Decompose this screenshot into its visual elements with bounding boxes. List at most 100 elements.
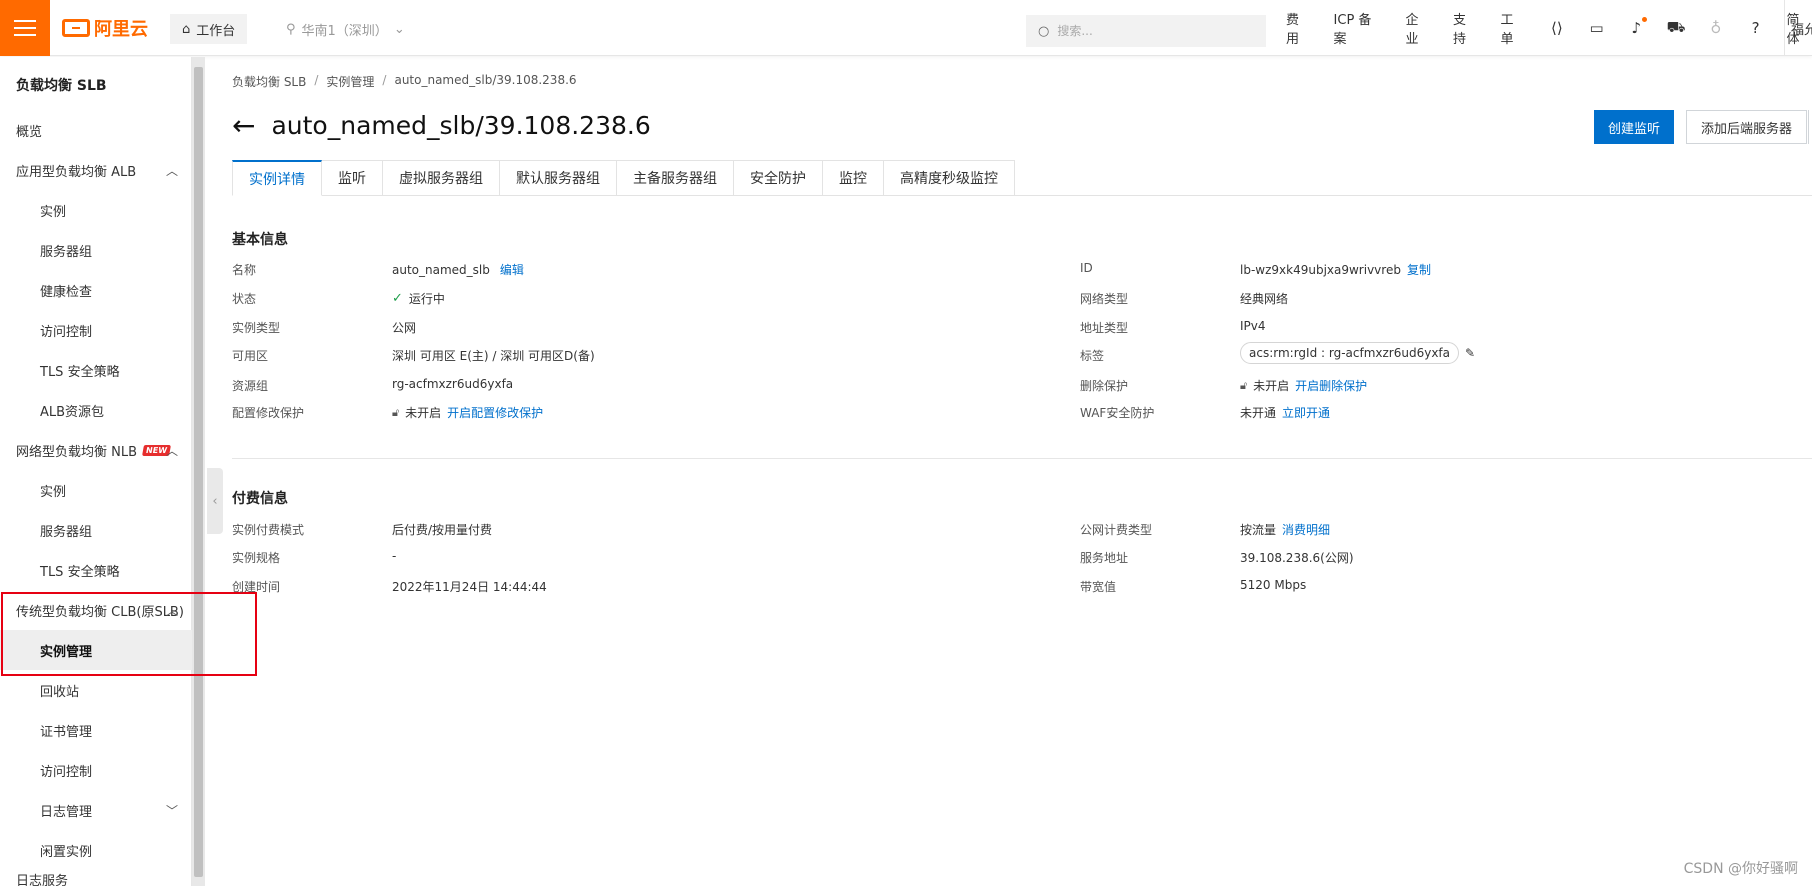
sidebar-item-nlb-tls[interactable]: TLS 安全策略: [0, 550, 192, 590]
scrollbar-thumb[interactable]: [194, 67, 203, 877]
billing-details-link[interactable]: 消费明细: [1282, 521, 1330, 538]
top-link-enterprise[interactable]: 企业: [1405, 9, 1431, 47]
sidebar-item-alb-instance[interactable]: 实例: [0, 190, 192, 230]
create-listener-button[interactable]: 创建监听: [1594, 110, 1675, 144]
lightbulb-icon[interactable]: ♁: [1707, 19, 1725, 37]
chevron-left-icon: ‹: [212, 493, 218, 509]
edit-name-link[interactable]: 编辑: [500, 261, 524, 278]
tab-monitoring[interactable]: 监控: [823, 160, 884, 196]
field-label: 网络类型: [1080, 292, 1129, 306]
section-divider: [232, 458, 1812, 459]
top-link-billing[interactable]: 费用: [1286, 9, 1312, 47]
enable-del-protect-link[interactable]: 开启删除保护: [1295, 377, 1367, 394]
add-backend-button[interactable]: 添加后端服务器: [1686, 110, 1808, 144]
enable-waf-link[interactable]: 立即开通: [1282, 404, 1330, 421]
tab-instance-details[interactable]: 实例详情: [232, 160, 322, 196]
sidebar-item-clb-logs[interactable]: 日志管理 ﹀: [0, 790, 192, 830]
location-icon: ⚲: [286, 21, 296, 37]
search-input[interactable]: [1057, 24, 1248, 38]
field-label: 可用区: [232, 349, 269, 363]
aliyun-logo-icon: [62, 19, 90, 37]
sidebar-title: 负载均衡 SLB: [16, 78, 107, 94]
region-selector[interactable]: ⚲ 华南1（深圳） ⌄: [286, 14, 405, 44]
more-button[interactable]: [1808, 110, 1812, 144]
field-label: 服务地址: [1080, 551, 1129, 565]
tag-chip[interactable]: acs:rm:rgId : rg-acfmxzr6ud6yxfa: [1240, 342, 1460, 364]
field-tag-value: acs:rm:rgId : rg-acfmxzr6ud6yxfa ✎: [1240, 342, 1475, 364]
sidebar-item-alb-acl[interactable]: 访问控制: [0, 310, 192, 350]
user-menu[interactable]: 福允: [1784, 0, 1812, 56]
tab-master-slave[interactable]: 主备服务器组: [617, 160, 734, 196]
sidebar: 负载均衡 SLB 概览 应用型负载均衡 ALB ︿ 实例 服务器组 健康检查 访…: [0, 57, 192, 886]
chevron-up-icon: ︿: [165, 444, 178, 458]
top-link-icp[interactable]: ICP 备案: [1334, 9, 1384, 47]
field-rg-value: rg-acfmxzr6ud6yxfa: [392, 377, 514, 391]
field-label: 实例规格: [232, 551, 281, 565]
cart-icon[interactable]: ⛟: [1667, 18, 1686, 37]
field-label: 状态: [232, 292, 257, 306]
aliyun-logo[interactable]: 阿里云: [62, 16, 148, 40]
field-zone-value: 深圳 可用区 E(主) / 深圳 可用区D(备): [392, 349, 595, 363]
sidebar-group-nlb[interactable]: 网络型负载均衡 NLB NEW ︿: [0, 430, 192, 470]
sidebar-item-cutoff[interactable]: 日志服务: [0, 870, 192, 886]
section-billing-info: 付费信息: [232, 491, 288, 507]
lock-icon: 🔓︎: [392, 405, 400, 419]
main-content: 负载均衡 SLB / 实例管理 / auto_named_slb/39.108.…: [232, 57, 1812, 886]
sidebar-scrollbar[interactable]: [192, 57, 205, 886]
back-arrow-icon[interactable]: ←: [232, 109, 255, 142]
sidebar-group-alb[interactable]: 应用型负载均衡 ALB ︿: [0, 150, 192, 190]
copy-id-link[interactable]: 复制: [1407, 261, 1431, 278]
check-icon: ✓: [392, 291, 403, 306]
sidebar-item-alb-package[interactable]: ALB资源包: [0, 390, 192, 430]
field-inet-value: 按流量 消费明细: [1240, 521, 1331, 538]
terminal-icon[interactable]: ▭: [1588, 19, 1606, 37]
search-box[interactable]: ○: [1026, 15, 1266, 47]
top-bar: 阿里云 ⌂ 工作台 ⚲ 华南1（深圳） ⌄ ○ 费用 ICP 备案 企业 支持 …: [0, 0, 1812, 56]
field-label: 删除保护: [1080, 379, 1129, 393]
workbench-button[interactable]: ⌂ 工作台: [170, 14, 248, 44]
chevron-down-icon: ⌄: [393, 21, 405, 37]
field-label: 标签: [1080, 349, 1105, 363]
sidebar-item-alb-tls[interactable]: TLS 安全策略: [0, 350, 192, 390]
field-del-protect-value: 🔓︎ 未开启 开启删除保护: [1240, 377, 1368, 394]
tab-vserver-groups[interactable]: 虚拟服务器组: [383, 160, 500, 196]
enable-cfg-protect-link[interactable]: 开启配置修改保护: [447, 404, 543, 421]
chevron-down-icon: ﹀: [165, 804, 178, 818]
tab-bar: 实例详情 监听 虚拟服务器组 默认服务器组 主备服务器组 安全防护 监控 高精度…: [232, 160, 1812, 196]
field-addr-value: IPv4: [1240, 319, 1266, 333]
field-cfg-protect-value: 🔓︎ 未开启 开启配置修改保护: [392, 404, 544, 421]
sidebar-item-clb-recycle[interactable]: 回收站: [0, 670, 192, 710]
sidebar-item-clb-certs[interactable]: 证书管理: [0, 710, 192, 750]
breadcrumb-item[interactable]: 负载均衡 SLB: [232, 73, 306, 90]
sidebar-item-alb-servergroup[interactable]: 服务器组: [0, 230, 192, 270]
sidebar-collapse-handle[interactable]: ‹: [207, 468, 223, 534]
sidebar-item-nlb-instance[interactable]: 实例: [0, 470, 192, 510]
search-icon: ○: [1038, 23, 1050, 39]
section-basic-info: 基本信息: [232, 232, 288, 248]
top-link-support[interactable]: 支持: [1453, 9, 1479, 47]
tab-security[interactable]: 安全防护: [734, 160, 823, 196]
bell-icon[interactable]: ♪: [1627, 17, 1648, 37]
breadcrumb-item[interactable]: 实例管理: [326, 73, 374, 90]
field-label: 名称: [232, 263, 257, 277]
field-label: 创建时间: [232, 580, 281, 594]
field-label: 实例付费模式: [232, 523, 305, 537]
sidebar-item-clb-acl[interactable]: 访问控制: [0, 750, 192, 790]
tab-default-servers[interactable]: 默认服务器组: [500, 160, 617, 196]
tab-hp-monitoring[interactable]: 高精度秒级监控: [884, 160, 1015, 196]
tab-listeners[interactable]: 监听: [322, 160, 383, 196]
sidebar-item-alb-healthcheck[interactable]: 健康检查: [0, 270, 192, 310]
breadcrumb: 负载均衡 SLB / 实例管理 / auto_named_slb/39.108.…: [232, 73, 577, 90]
menu-icon[interactable]: [0, 0, 50, 56]
edit-tag-icon[interactable]: ✎: [1465, 346, 1475, 360]
code-icon[interactable]: ⟨⟩: [1548, 19, 1566, 37]
field-label: 地址类型: [1080, 321, 1129, 335]
sidebar-item-clb-idle[interactable]: 闲置实例: [0, 830, 192, 870]
help-icon[interactable]: ?: [1747, 19, 1765, 37]
field-label: 带宽值: [1080, 580, 1117, 594]
sidebar-item-overview[interactable]: 概览: [0, 110, 192, 150]
top-link-ticket[interactable]: 工单: [1501, 9, 1527, 47]
top-links: 费用 ICP 备案 企业 支持 工单 ⟨⟩ ▭ ♪ ⛟ ♁ ? 简体: [1286, 0, 1812, 56]
sidebar-item-nlb-servergroup[interactable]: 服务器组: [0, 510, 192, 550]
field-label: 实例类型: [232, 321, 281, 335]
